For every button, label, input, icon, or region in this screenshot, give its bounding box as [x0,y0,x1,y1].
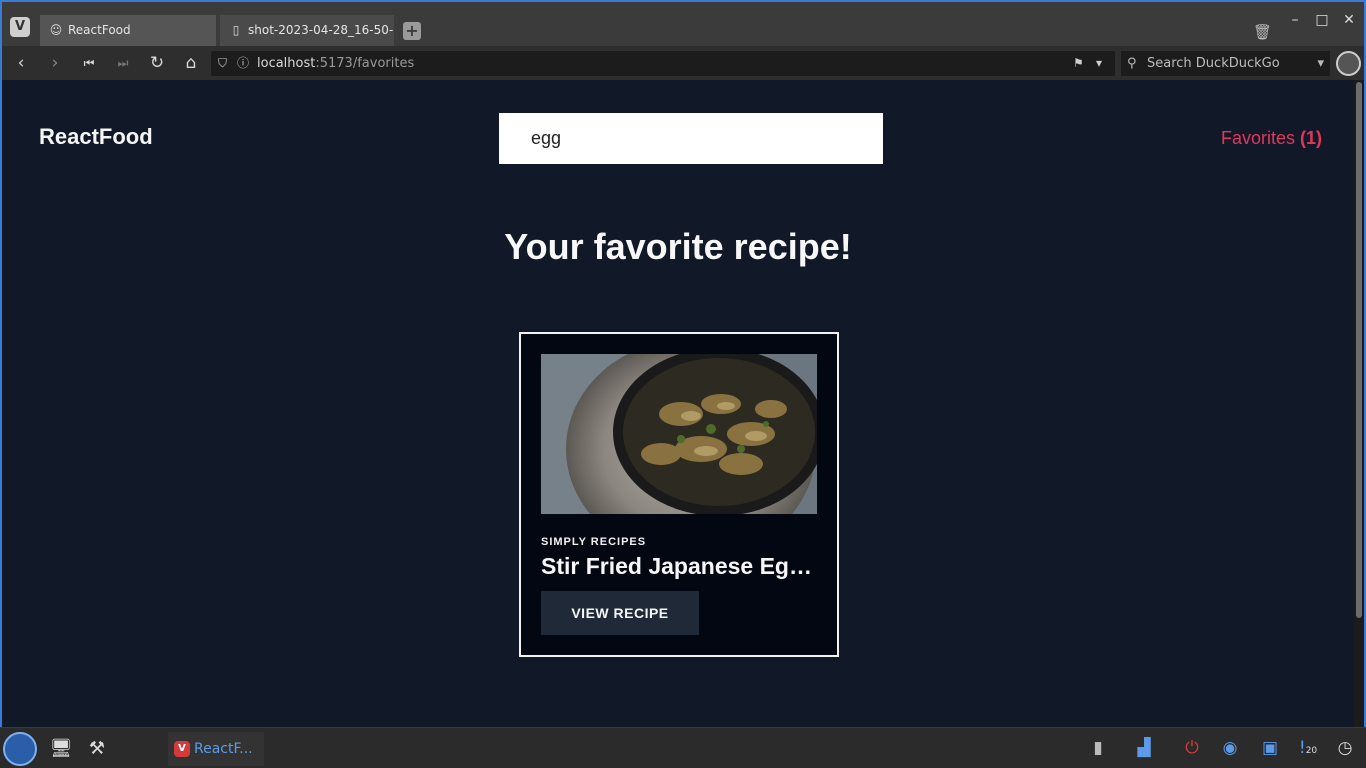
tab-bar: V ☺ ReactFood ▯ shot-2023-04-28_16-50-12… [2,2,1364,46]
fast-forward-icon[interactable]: ⏭ [113,53,133,73]
minimize-icon[interactable]: – [1286,12,1304,28]
page-scrollbar[interactable] [1354,80,1364,728]
tab-title: ReactFood [68,23,131,37]
search-icon: ⚲ [1127,56,1137,71]
terminal-icon[interactable]: 🖥 [46,734,76,764]
info-icon[interactable]: ⓘ [237,51,249,76]
rewind-icon[interactable]: ⏮ [79,53,99,73]
forward-icon[interactable]: › [45,53,65,73]
notification-icon[interactable]: !20 [1294,734,1322,762]
recipe-publisher: SIMPLY RECIPES [541,536,647,548]
taskbar-window-label: ReactF... [194,741,253,757]
recipe-title: Stir Fried Japanese Eggplant [541,553,817,579]
recipe-search-input[interactable] [499,113,883,164]
favorites-label: Favorites [1220,128,1295,148]
launcher-icon[interactable]: ⚒ [82,734,112,764]
url-host: localhost [257,56,316,71]
vivaldi-icon: V [174,741,190,757]
media-disc-icon[interactable]: ◉ [1216,734,1244,762]
site-logo[interactable]: ReactFood [39,124,153,150]
power-icon[interactable]: ⏻ [1178,734,1206,762]
tab-screenshot[interactable]: ▯ shot-2023-04-28_16-50-12 [220,15,394,46]
clock-icon[interactable]: ◷ [1331,734,1359,762]
chef-favicon-icon: ☺ [49,23,63,37]
view-recipe-button[interactable]: VIEW RECIPE [541,591,699,635]
trash-icon[interactable]: 🗑 [1253,23,1272,41]
profile-avatar-icon[interactable] [1336,51,1361,76]
notification-count: 20 [1305,746,1318,756]
tab-reactfood[interactable]: ☺ ReactFood [40,15,216,46]
document-icon: ▯ [232,23,240,37]
recipe-card: SIMPLY RECIPES Stir Fried Japanese Eggpl… [519,332,839,657]
page-title: Your favorite recipe! [504,226,852,267]
home-icon[interactable]: ⌂ [181,53,201,73]
network-signal-icon[interactable]: ▟ [1130,734,1158,762]
browser-window: V ☺ ReactFood ▯ shot-2023-04-28_16-50-12… [0,0,1366,768]
search-engine-field[interactable]: ⚲ Search DuckDuckGo ▾ [1121,51,1330,76]
bookmark-icon[interactable]: ⚑ [1073,51,1084,76]
new-tab-button[interactable]: + [403,22,421,40]
search-placeholder: Search DuckDuckGo [1147,56,1280,71]
clipboard-icon[interactable]: ▣ [1256,734,1284,762]
maximize-icon[interactable]: □ [1313,12,1331,28]
vivaldi-menu-icon[interactable]: V [10,17,30,37]
address-field[interactable]: ⛉ ⓘ localhost:5173/favorites ⚑ ▾ [211,51,1115,76]
tab-title: shot-2023-04-28_16-50-12 [248,23,394,37]
reload-icon[interactable]: ↻ [147,53,167,73]
url-path: :5173/favorites [315,56,415,71]
clipboard-jar-icon[interactable]: ▮ [1084,734,1112,762]
chevron-down-icon[interactable]: ▾ [1317,51,1324,76]
start-menu-icon[interactable] [3,732,37,766]
dropdown-icon[interactable]: ▾ [1096,51,1102,76]
shield-icon[interactable]: ⛉ [218,51,227,76]
favorites-count: (1) [1300,128,1322,148]
scroll-thumb[interactable] [1356,82,1362,618]
taskbar: 🖥 ⚒ V ReactF... ▮ ▟ ⏻ ◉ ▣ !20 ◷ [0,727,1366,768]
favorites-link[interactable]: Favorites (1) [1221,128,1322,149]
page-viewport: ReactFood Favorites (1) Your favorite re… [2,80,1354,728]
taskbar-window-vivaldi[interactable]: V ReactF... [168,732,264,766]
address-toolbar: ‹ › ⏮ ⏭ ↻ ⌂ ⛉ ⓘ localhost:5173/favorites… [2,46,1364,80]
recipe-image [541,354,817,514]
close-icon[interactable]: ✕ [1340,12,1358,28]
back-icon[interactable]: ‹ [11,53,31,73]
